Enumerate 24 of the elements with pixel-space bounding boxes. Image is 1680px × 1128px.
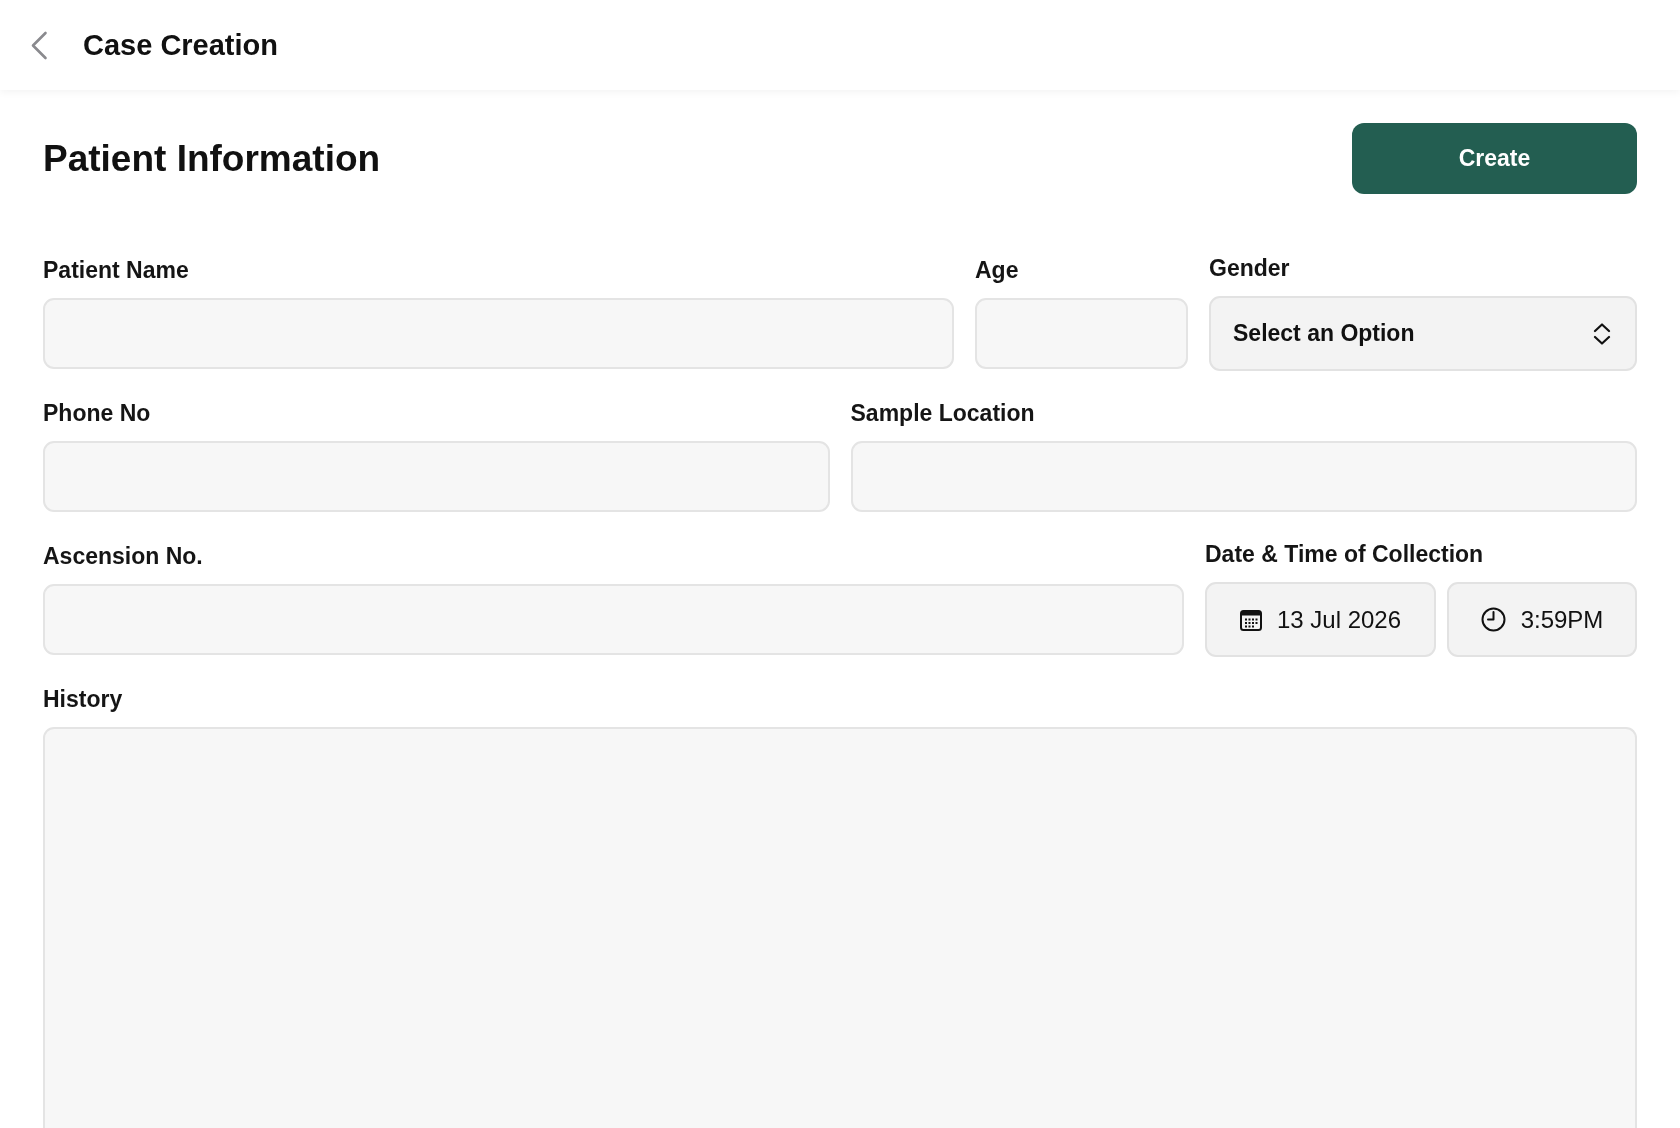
text-field[interactable]: [43, 584, 1184, 655]
text-area[interactable]: [43, 727, 1637, 1128]
field-label: Patient Name: [43, 256, 190, 284]
dropdown-field[interactable]: Select an Option: [1209, 296, 1637, 371]
time-picker-button[interactable]: 3:59PM: [1447, 582, 1637, 657]
date-picker-button[interactable]: 13 Jul 2026: [1205, 582, 1436, 657]
field-label: Date & Time of Collection: [1205, 540, 1485, 568]
field-label: Sample Location: [850, 399, 1036, 427]
create-button[interactable]: Create: [1352, 123, 1637, 194]
field-label: History: [43, 685, 124, 713]
field-label: Ascension No.: [43, 542, 204, 570]
calendar-icon: [1239, 608, 1262, 631]
section-heading: Patient Information: [43, 136, 381, 181]
field-label: Gender: [1209, 254, 1291, 282]
text-field[interactable]: [975, 298, 1188, 369]
text-field[interactable]: [850, 441, 1637, 512]
field-label: Age: [975, 256, 1020, 284]
text-field[interactable]: [43, 441, 830, 512]
back-icon[interactable]: [30, 30, 48, 60]
text-field[interactable]: [43, 298, 954, 369]
clock-icon: [1480, 607, 1506, 632]
screen-title: Case Creation: [83, 28, 278, 63]
chevron-up-down-icon: [1593, 322, 1611, 345]
field-label: Phone No: [43, 399, 152, 427]
